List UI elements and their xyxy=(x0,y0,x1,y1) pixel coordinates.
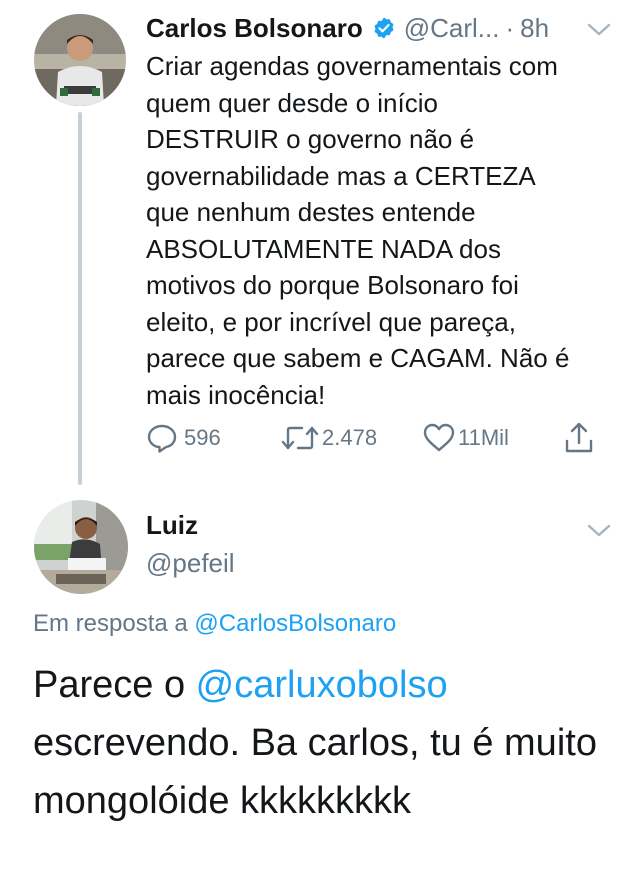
tweet-author-name[interactable]: Carlos Bolsonaro xyxy=(146,13,363,44)
header-separator: · xyxy=(505,12,515,43)
reply-author-name[interactable]: Luiz xyxy=(146,510,198,541)
reply-author-handle[interactable]: @pefeil xyxy=(146,548,235,579)
tweet-actions: 596 2.478 11Mil xyxy=(146,418,596,458)
reply-icon xyxy=(146,422,178,454)
replying-to-mention-link[interactable]: @CarlosBolsonaro xyxy=(194,610,396,637)
reply-count: 596 xyxy=(184,425,221,450)
like-button[interactable]: 11Mil xyxy=(422,418,509,458)
thread-connector-line xyxy=(78,112,82,485)
luiz-avatar[interactable] xyxy=(34,500,128,594)
tweet-author-handle[interactable]: @Carl... xyxy=(404,13,500,44)
reply-text: Parece o @carluxobolso escrevendo. Ba ca… xyxy=(33,656,613,830)
tweet-header: Carlos Bolsonaro @Carl... · 8h xyxy=(146,10,616,46)
tweet-text: Criar agendas governamentais com quem qu… xyxy=(146,51,570,410)
replying-to-line: Em resposta a @CarlosBolsonaro xyxy=(33,610,396,638)
verified-badge-icon xyxy=(372,16,396,40)
retweet-icon xyxy=(280,422,320,454)
like-icon xyxy=(422,422,456,454)
retweet-button[interactable]: 2.478 xyxy=(280,418,377,458)
chevron-down-icon[interactable] xyxy=(586,523,612,539)
reply-mention-link[interactable]: @carluxobolso xyxy=(196,664,448,706)
carlos-avatar[interactable] xyxy=(34,14,126,106)
reply-button[interactable]: 596 xyxy=(146,418,221,458)
replying-prefix: Em resposta a xyxy=(33,610,188,637)
like-count: 11Mil xyxy=(458,425,509,450)
retweet-count: 2.478 xyxy=(322,425,378,450)
share-icon xyxy=(564,421,594,455)
chevron-down-icon[interactable] xyxy=(586,22,612,38)
reply-text-after: escrevendo. Ba carlos, tu é muito mongol… xyxy=(33,722,597,822)
reply-text-before: Parece o xyxy=(33,664,196,706)
tweet-timestamp[interactable]: 8h xyxy=(520,13,549,44)
share-button[interactable] xyxy=(564,418,594,458)
